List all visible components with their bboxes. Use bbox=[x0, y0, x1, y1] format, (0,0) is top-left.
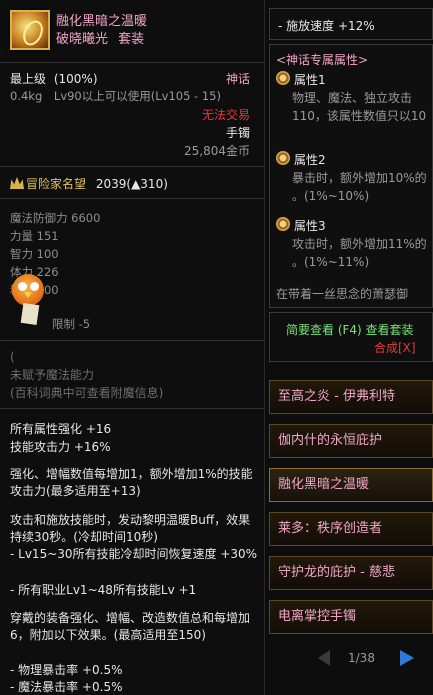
pet-body bbox=[12, 274, 44, 306]
page-number: 1/38 bbox=[348, 651, 375, 665]
set-tag: 套装 bbox=[118, 32, 145, 47]
attr1-text1: 物理、魔法、独立攻击 bbox=[292, 91, 413, 105]
pet-eye bbox=[30, 282, 39, 291]
set-name-line: 破晓曦光 套装 bbox=[56, 28, 144, 47]
fame-delta: (▲310) bbox=[126, 177, 168, 191]
divider bbox=[0, 166, 264, 167]
attr3-text1: 攻击时，额外增加11%的 bbox=[292, 237, 427, 251]
desc-skill-lv: - 所有职业Lv1~48所有技能Lv +1 bbox=[10, 583, 197, 597]
item-list-entry[interactable]: 莱多：秩序创造者 bbox=[269, 512, 433, 546]
next-page-icon[interactable] bbox=[400, 650, 414, 666]
pet-paper bbox=[20, 302, 40, 326]
grade: 最上级 bbox=[10, 72, 47, 86]
pager: 1/38 bbox=[318, 648, 428, 668]
item-name: 融化黑暗之温暖 bbox=[56, 14, 148, 29]
desc-cooldown: - Lv15~30所有技能冷却时间恢复速度 +30% bbox=[10, 547, 258, 561]
trade-status: 无法交易 bbox=[201, 108, 250, 122]
item-list-entry[interactable]: 电离掌控手镯 bbox=[269, 600, 433, 634]
divider bbox=[0, 408, 264, 409]
flavor-box: 在带着一丝思念的萧瑟御 bbox=[269, 278, 433, 308]
attr1-label: 属性1 bbox=[294, 73, 326, 87]
myth-attr-box: <神话专属属性> 属性1 物理、魔法、独立攻击 110，该属性数值只以10 属性… bbox=[269, 44, 433, 304]
weight: 0.4kg bbox=[10, 89, 43, 103]
desc-sum-bonus: 穿戴的装备强化、增幅、改造数值总和每增加6，附加以下效果。(最高适用至150) bbox=[10, 611, 251, 642]
bracelet-icon bbox=[10, 10, 50, 50]
myth-header: <神话专属属性> bbox=[276, 53, 369, 67]
attr2-text1: 暴击时，额外增加10%的 bbox=[292, 171, 427, 185]
enchant-paren: ( bbox=[10, 350, 15, 364]
item-slot: 手镯 bbox=[225, 126, 250, 140]
fame-value: 2039 bbox=[95, 177, 127, 191]
brief-view-button[interactable]: 简要查看 (F4) 查看套装 bbox=[286, 321, 414, 338]
stat-2: 智力 100 bbox=[10, 247, 59, 261]
attr1-text2: 110，该属性数值只以10 bbox=[292, 109, 427, 123]
cast-speed: - 施放速度 +12% bbox=[278, 19, 375, 33]
item-list-entry-selected[interactable]: 融化黑暗之温暖 bbox=[269, 468, 433, 502]
req-line: 0.4kg Lv90以上可以使用(Lv105 - 15) bbox=[10, 88, 221, 104]
grade-pct: (100%) bbox=[53, 72, 98, 86]
enchant-none: 未赋予魔法能力 bbox=[10, 368, 95, 382]
actions-box: 简要查看 (F4) 查看套装 合成[X] bbox=[269, 312, 433, 362]
desc-buff: 攻击和施放技能时，发动黎明温暖Buff，效果持续30秒。(冷却时间10秒) bbox=[10, 513, 251, 544]
stat-1: 力量 151 bbox=[10, 229, 59, 243]
side-panel: - 施放速度 +12% <神话专属属性> 属性1 物理、魔法、独立攻击 110，… bbox=[266, 0, 433, 695]
item-tooltip: 融化黑暗之温暖 破晓曦光 套装 最上级 (100%) 神话 0.4kg Lv90… bbox=[0, 0, 265, 695]
rarity: 神话 bbox=[225, 72, 250, 86]
option-icon bbox=[276, 71, 290, 85]
set-name: 破晓曦光 bbox=[56, 32, 109, 47]
item-list-entry[interactable]: 守护龙的庇护 - 慈悲 bbox=[269, 556, 433, 590]
option-icon bbox=[276, 217, 290, 231]
item-list-entry[interactable]: 至高之炎 - 伊弗利特 bbox=[269, 380, 433, 414]
attr3-label: 属性3 bbox=[294, 219, 326, 233]
tooltip-header: 融化黑暗之温暖 破晓曦光 套装 bbox=[6, 6, 262, 56]
desc-phys-crit: - 物理暴击率 +0.5% bbox=[10, 663, 123, 677]
pet-avatar bbox=[8, 272, 48, 326]
divider bbox=[0, 340, 264, 341]
cast-speed-box: - 施放速度 +12% bbox=[269, 8, 433, 40]
synth-button[interactable]: 合成[X] bbox=[374, 339, 416, 356]
flavor-text: 在带着一丝思念的萧瑟御 bbox=[276, 287, 409, 301]
grade-line: 最上级 (100%) bbox=[10, 70, 98, 87]
attr2-label: 属性2 bbox=[294, 153, 326, 167]
divider bbox=[0, 198, 264, 199]
desc-reinforce: 强化、增幅数值每增加1，额外增加1%的技能攻击力(最多适用至+13) bbox=[10, 467, 253, 498]
fame-line: 冒险家名望 2039(▲310) bbox=[10, 175, 168, 192]
stat-0: 魔法防御力 6600 bbox=[10, 211, 101, 225]
attr2-text2: 。(1%~10%) bbox=[292, 189, 370, 203]
item-list-entry[interactable]: 伽内什的永恒庇护 bbox=[269, 424, 433, 458]
divider bbox=[0, 62, 264, 63]
desc-mag-crit: - 魔法暴击率 +0.5% bbox=[10, 680, 123, 694]
option-icon bbox=[276, 151, 290, 165]
attr-all-stats: 所有属性强化 +16 bbox=[10, 422, 112, 436]
item-price: 25,804金币 bbox=[184, 144, 250, 158]
crown-icon bbox=[10, 177, 24, 189]
level-limit: 限制 -5 bbox=[52, 317, 91, 331]
enchant-hint: (百科词典中可查看附魔信息) bbox=[10, 386, 164, 400]
attr-skill-atk: 技能攻击力 +16% bbox=[10, 440, 111, 454]
pet-eye bbox=[18, 282, 27, 291]
attr3-text2: 。(1%~11%) bbox=[292, 255, 370, 269]
fame-label: 冒险家名望 bbox=[26, 177, 87, 191]
prev-page-icon[interactable] bbox=[318, 650, 330, 666]
level-req: Lv90以上可以使用(Lv105 - 15) bbox=[53, 89, 221, 103]
